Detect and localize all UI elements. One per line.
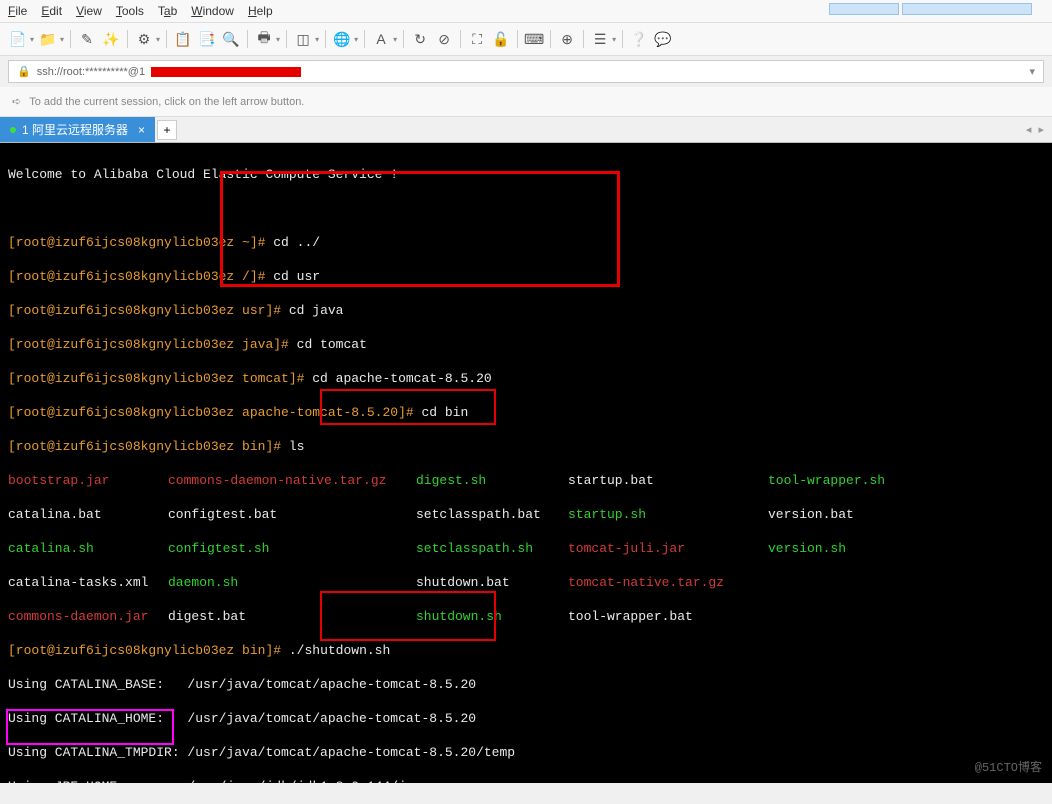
hint-bar: ➪ To add the current session, click on t… — [0, 87, 1052, 117]
refresh-icon[interactable]: ↻ — [410, 29, 430, 49]
copy-icon[interactable]: 📑 — [197, 29, 217, 49]
close-tab-icon[interactable]: × — [138, 123, 145, 137]
stop-icon[interactable]: ⊘ — [434, 29, 454, 49]
hint-text: To add the current session, click on the… — [29, 96, 304, 108]
terminal[interactable]: Welcome to Alibaba Cloud Elastic Compute… — [0, 143, 1052, 783]
ls-row: catalina.shconfigtest.shsetclasspath.sht… — [8, 540, 1044, 557]
search-icon[interactable]: 🔍 — [221, 29, 241, 49]
ssl-lock-icon: 🔒 — [17, 65, 31, 78]
watermark: @51CTO博客 — [975, 760, 1042, 777]
chat-icon[interactable]: 💬 — [653, 29, 673, 49]
gear-icon[interactable]: ⚙ — [134, 29, 154, 49]
pencil-icon[interactable]: ✎ — [77, 29, 97, 49]
tab-active[interactable]: 1 阿里云远程服务器 × — [0, 117, 155, 142]
menu-view[interactable]: View — [76, 4, 102, 18]
page-icon[interactable]: 📋 — [173, 29, 193, 49]
arrow-icon[interactable]: ➪ — [12, 95, 21, 108]
fullscreen-icon[interactable]: ⛶ — [467, 29, 487, 49]
menu-window[interactable]: Window — [191, 4, 234, 18]
ls-row: bootstrap.jarcommons-daemon-native.tar.g… — [8, 472, 1044, 489]
menu-help[interactable]: Help — [248, 4, 273, 18]
globe-icon[interactable]: 🌐 — [332, 29, 352, 49]
highlight-icon[interactable]: ✨ — [101, 29, 121, 49]
address-text: ssh://root:**********@1 — [37, 66, 145, 78]
font-icon[interactable]: A — [371, 29, 391, 49]
toolbar: 📄▾ 📁▾ ✎ ✨ ⚙▾ 📋 📑 🔍 🖶▾ ◫▾ 🌐▾ A▾ ↻ ⊘ ⛶ 🔓 ⌨… — [0, 23, 1052, 56]
redacted-host — [151, 67, 301, 77]
open-folder-icon[interactable]: 📁 — [38, 29, 58, 49]
menu-file[interactable]: File — [8, 4, 27, 18]
split-icon[interactable]: ◫ — [293, 29, 313, 49]
add-tab-button[interactable]: + — [157, 120, 177, 140]
new-session-icon[interactable]: 📄 — [8, 29, 28, 49]
menu-tools[interactable]: Tools — [116, 4, 144, 18]
ls-row: catalina.batconfigtest.batsetclasspath.b… — [8, 506, 1044, 523]
menu-edit[interactable]: Edit — [41, 4, 62, 18]
tab-nav-arrows[interactable]: ◂ ▸ — [1026, 123, 1046, 136]
lock-icon[interactable]: 🔓 — [491, 29, 511, 49]
welcome-line: Welcome to Alibaba Cloud Elastic Compute… — [8, 166, 1044, 183]
add-icon[interactable]: ⊕ — [557, 29, 577, 49]
keyboard-icon[interactable]: ⌨ — [524, 29, 544, 49]
help-icon[interactable]: ❔ — [629, 29, 649, 49]
ls-row: catalina-tasks.xmldaemon.shshutdown.batt… — [8, 574, 1044, 591]
status-dot-icon — [10, 127, 16, 133]
ls-row: commons-daemon.jardigest.batshutdown.sht… — [8, 608, 1044, 625]
list-icon[interactable]: ☰ — [590, 29, 610, 49]
dropdown-icon[interactable]: ▾ — [1029, 65, 1035, 78]
address-bar: 🔒 ssh://root:**********@1 ▾ — [8, 60, 1044, 83]
menubar: File Edit View Tools Tab Window Help — [0, 0, 1052, 23]
address-input[interactable] — [307, 66, 1023, 78]
print-icon[interactable]: 🖶 — [254, 29, 274, 49]
tab-label: 1 阿里云远程服务器 — [22, 121, 128, 138]
tab-strip: 1 阿里云远程服务器 × + ◂ ▸ — [0, 117, 1052, 143]
menu-tab[interactable]: Tab — [158, 4, 177, 18]
